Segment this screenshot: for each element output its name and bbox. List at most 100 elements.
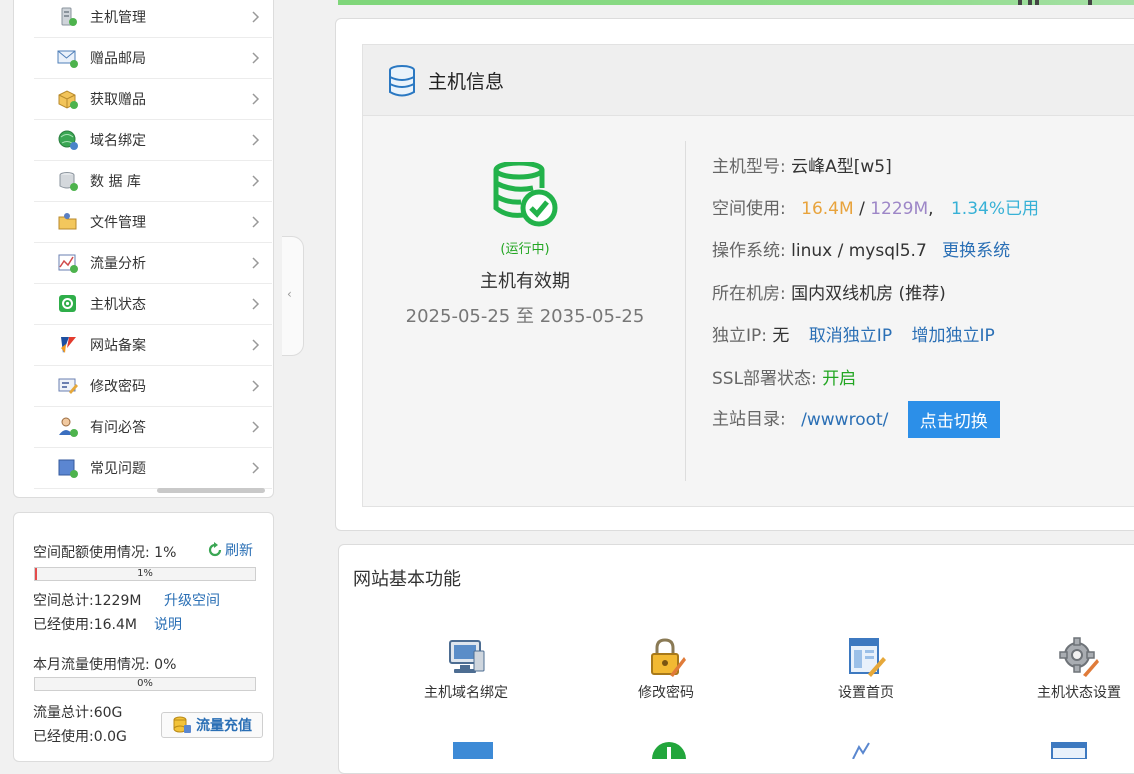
host-model-value: 云峰A型[w5] (791, 157, 892, 177)
sidebar-item-host-status[interactable]: 主机状态 (34, 284, 272, 325)
top-banner-strip (338, 0, 1134, 5)
chart-icon (57, 252, 79, 274)
server-icon (57, 6, 79, 28)
chevron-right-icon (252, 421, 260, 433)
lock-pencil-icon (651, 638, 686, 677)
chevron-right-icon (252, 380, 260, 392)
function-label: 主机域名绑定 (424, 685, 508, 701)
space-progress-bar: 1% (34, 567, 256, 581)
gift-box-icon (57, 88, 79, 110)
switch-root-button[interactable]: 点击切换 (907, 401, 1000, 438)
status-icon (57, 293, 79, 315)
server-room-value: 国内双线机房 (推荐) (791, 284, 946, 304)
validity-title: 主机有效期 (480, 271, 570, 292)
sidebar-item-label: 数 据 库 (90, 174, 141, 190)
function-label: 修改密码 (638, 685, 694, 701)
functions-title: 网站基本功能 (353, 569, 461, 590)
chevron-right-icon (252, 52, 260, 64)
quota-panel: 空间配额使用情况: 1% 刷新 1% 空间总计:1229M 升级空间 已经使用:… (13, 512, 274, 762)
chevron-right-icon (252, 257, 260, 269)
validity-range: 2025-05-25 至 2035-05-25 (405, 306, 645, 327)
function-change-password[interactable]: 修改密码 (596, 633, 736, 703)
space-separator: / (859, 199, 865, 219)
dedicated-ip-label: 独立IP: (712, 326, 767, 346)
window-icon[interactable] (1050, 739, 1094, 760)
database-icon (389, 65, 415, 97)
sidebar-item-gift-mail[interactable]: 赠品邮局 (34, 38, 272, 79)
dedicated-ip-value: 无 (772, 326, 790, 346)
os-value: linux / mysql5.7 (791, 241, 927, 261)
space-used: 已经使用:16.4M (33, 617, 137, 633)
password-icon (57, 375, 79, 397)
explain-link[interactable]: 说明 (154, 614, 182, 634)
sidebar-menu: 主机管理 赠品邮局 获取赠品 域名绑定 数 据 库 文件管理 流量分析 主机状态… (13, 0, 274, 498)
globe-icon (57, 129, 79, 151)
traffic-recharge-button[interactable]: 流量充值 (161, 712, 263, 738)
upgrade-space-link[interactable]: 升级空间 (164, 590, 220, 610)
recharge-label: 流量充值 (196, 718, 252, 734)
support-user-icon (57, 416, 79, 438)
faq-icon (57, 457, 79, 479)
coins-icon (173, 716, 191, 733)
divider (685, 141, 686, 481)
folder-icon (57, 211, 79, 233)
host-info-header: 主机信息 (363, 45, 1134, 116)
space-percent-value: 1.34%已用 (950, 199, 1039, 219)
dedicated-ip-row: 独立IP: 无 取消独立IP 增加独立IP (712, 321, 995, 346)
chevron-left-icon: ‹ (287, 287, 292, 301)
chevron-right-icon (252, 134, 260, 146)
power-icon[interactable] (649, 739, 693, 774)
sidebar-item-label: 网站备案 (90, 338, 146, 354)
sidebar-item-domain-binding[interactable]: 域名绑定 (34, 120, 272, 161)
sidebar-item-site-record[interactable]: 网站备案 (34, 325, 272, 366)
sidebar-item-label: 获取赠品 (90, 92, 146, 108)
ssl-value: 开启 (822, 369, 857, 389)
traffic-total: 流量总计:60G (33, 705, 123, 721)
cancel-ip-link[interactable]: 取消独立IP (809, 326, 892, 346)
sidebar-item-label: 有问必答 (90, 420, 146, 436)
sidebar-item-file-management[interactable]: 文件管理 (34, 202, 272, 243)
sidebar-item-faq-answer[interactable]: 有问必答 (34, 407, 272, 448)
ssl-row: SSL部署状态: 开启 (712, 364, 856, 389)
sidebar-item-change-password[interactable]: 修改密码 (34, 366, 272, 407)
sidebar-item-label: 主机管理 (90, 10, 146, 26)
space-usage-row: 空间使用: 16.4M / 1229M, 1.34%已用 (712, 194, 1039, 219)
space-total-value: 1229M (870, 199, 929, 219)
sidebar-item-database[interactable]: 数 据 库 (34, 161, 272, 202)
server-room-row: 所在机房: 国内双线机房 (推荐) (712, 279, 946, 304)
traffic-used: 已经使用:0.0G (33, 729, 127, 745)
function-domain-binding[interactable]: 主机域名绑定 (396, 633, 536, 703)
traffic-usage-label: 本月流量使用情况: 0% (33, 657, 177, 673)
site-root-row: 主站目录: /wwwroot/ 点击切换 (712, 401, 1000, 438)
function-host-status-settings[interactable]: 主机状态设置 (1009, 633, 1134, 703)
sidebar-item-common-questions[interactable]: 常见问题 (34, 448, 272, 489)
ip-icon[interactable] (453, 739, 497, 759)
sidebar-item-get-gift[interactable]: 获取赠品 (34, 79, 272, 120)
add-ip-link[interactable]: 增加独立IP (911, 326, 994, 346)
sidebar-item-traffic-analysis[interactable]: 流量分析 (34, 243, 272, 284)
change-os-link[interactable]: 更换系统 (942, 241, 1010, 261)
sidebar-item-host-management[interactable]: 主机管理 (34, 0, 272, 38)
space-comma: , (928, 199, 934, 219)
sidebar-item-label: 修改密码 (90, 379, 146, 395)
refresh-link[interactable]: 刷新 (207, 540, 253, 560)
function-set-homepage[interactable]: 设置首页 (796, 633, 936, 703)
sidebar-item-label: 常见问题 (90, 461, 146, 477)
sidebar-collapse-handle[interactable]: ‹ (282, 236, 304, 356)
os-label: 操作系统: (712, 241, 786, 261)
database-check-icon (493, 162, 558, 227)
server-room-label: 所在机房: (712, 284, 786, 304)
host-model-row: 主机型号: 云峰A型[w5] (712, 152, 892, 177)
chevron-right-icon (252, 175, 260, 187)
chevron-right-icon (252, 462, 260, 474)
chevron-right-icon (252, 298, 260, 310)
refresh-icon (208, 542, 222, 557)
chart-pencil-icon[interactable] (845, 739, 889, 760)
site-root-value[interactable]: /wwwroot/ (801, 410, 888, 430)
site-root-label: 主站目录: (712, 409, 786, 430)
host-model-label: 主机型号: (712, 157, 786, 177)
host-info-card: 主机信息 (运行中) 主机有效期 2025-05-25 至 2035-05-25… (335, 18, 1134, 531)
gear-pencil-icon (1059, 637, 1099, 677)
sidebar-scrollbar[interactable] (157, 488, 265, 493)
ssl-label: SSL部署状态: (712, 369, 817, 389)
